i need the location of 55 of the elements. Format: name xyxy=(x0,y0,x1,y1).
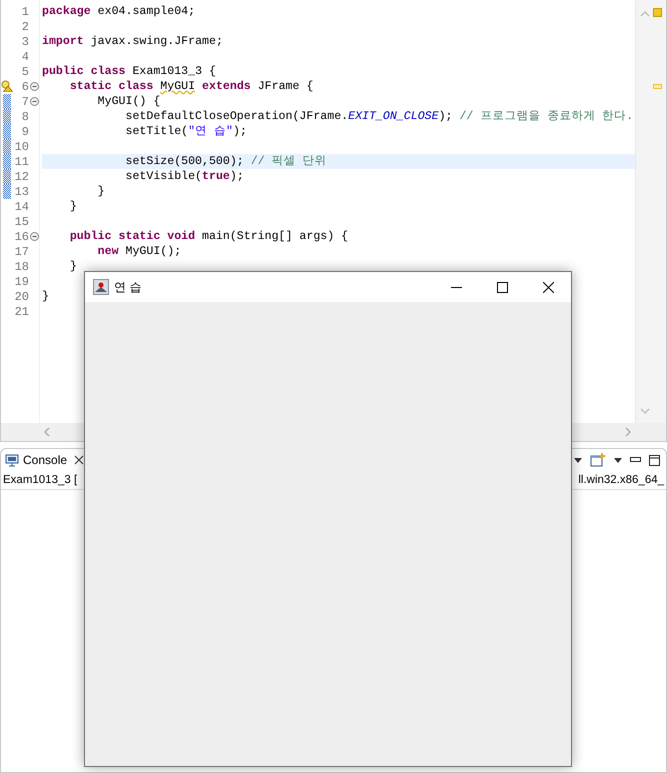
caret-icon[interactable] xyxy=(574,458,582,462)
code-line: } xyxy=(68,199,78,214)
maximize-icon[interactable] xyxy=(649,454,660,466)
close-icon[interactable] xyxy=(74,455,84,465)
code-line: package ex04.sample04; xyxy=(42,4,196,19)
maximize-icon xyxy=(496,282,508,292)
line-number: 14 xyxy=(14,200,29,214)
code-line: } xyxy=(96,184,106,199)
code-line: public static void main(String[] args) { xyxy=(68,229,350,244)
code-line: import javax.swing.JFrame; xyxy=(42,34,224,49)
line-number: 11 xyxy=(14,154,29,168)
code-line: setTitle("연 습"); xyxy=(124,124,248,139)
code-line: MyGUI() { xyxy=(96,94,162,109)
line-number: 9 xyxy=(20,124,29,138)
line-number: 17 xyxy=(14,244,29,258)
collapse-icon[interactable] xyxy=(30,232,38,241)
code-line: new MyGUI(); xyxy=(96,244,182,259)
console-description: ll.win32.x86_64_ xyxy=(578,474,664,486)
line-number: 10 xyxy=(14,140,29,154)
line-number: 6 xyxy=(20,80,29,94)
warning-marker-icon[interactable] xyxy=(653,84,662,89)
line-number: 2 xyxy=(20,20,29,34)
line-number: 1 xyxy=(20,4,29,18)
collapse-icon[interactable] xyxy=(30,82,38,91)
code-line: } xyxy=(42,289,50,304)
line-number: 15 xyxy=(14,214,29,228)
line-number: 13 xyxy=(14,184,29,198)
line-number: 20 xyxy=(14,290,29,304)
code-line: } xyxy=(68,259,78,274)
line-number: 21 xyxy=(14,304,29,318)
code-line: static class MyGUI extends JFrame { xyxy=(68,79,314,94)
window-title: 연 습 xyxy=(114,278,142,296)
monitor-icon xyxy=(5,454,19,466)
line-number: 3 xyxy=(20,34,29,48)
code-line: setDefaultCloseOperation(JFrame.EXIT_ON_CLOSE); // 프로그램을 종료하게 한다. xyxy=(124,109,634,124)
collapse-icon[interactable] xyxy=(30,97,38,106)
warning-overview-icon xyxy=(653,8,662,17)
line-number: 12 xyxy=(14,170,29,184)
code-line: setVisible(true); xyxy=(124,169,245,184)
minimize-icon xyxy=(450,286,462,288)
line-number: 4 xyxy=(20,50,29,64)
new-console-icon[interactable] xyxy=(590,453,606,467)
line-number: 16 xyxy=(14,230,29,244)
console-tab[interactable]: Console xyxy=(5,453,84,467)
line-number: 7 xyxy=(20,94,29,108)
line-number: 19 xyxy=(14,274,29,288)
minimize-icon[interactable] xyxy=(630,457,641,463)
line-number: 18 xyxy=(14,260,29,274)
code-line: public class Exam1013_3 { xyxy=(42,64,217,79)
console-description: Exam1013_3 [ xyxy=(3,474,78,486)
caret-icon[interactable] xyxy=(614,458,622,462)
warning-bulb-icon xyxy=(1,80,13,92)
line-number: 8 xyxy=(20,110,29,124)
line-number: 5 xyxy=(20,64,29,78)
close-icon xyxy=(542,282,554,292)
